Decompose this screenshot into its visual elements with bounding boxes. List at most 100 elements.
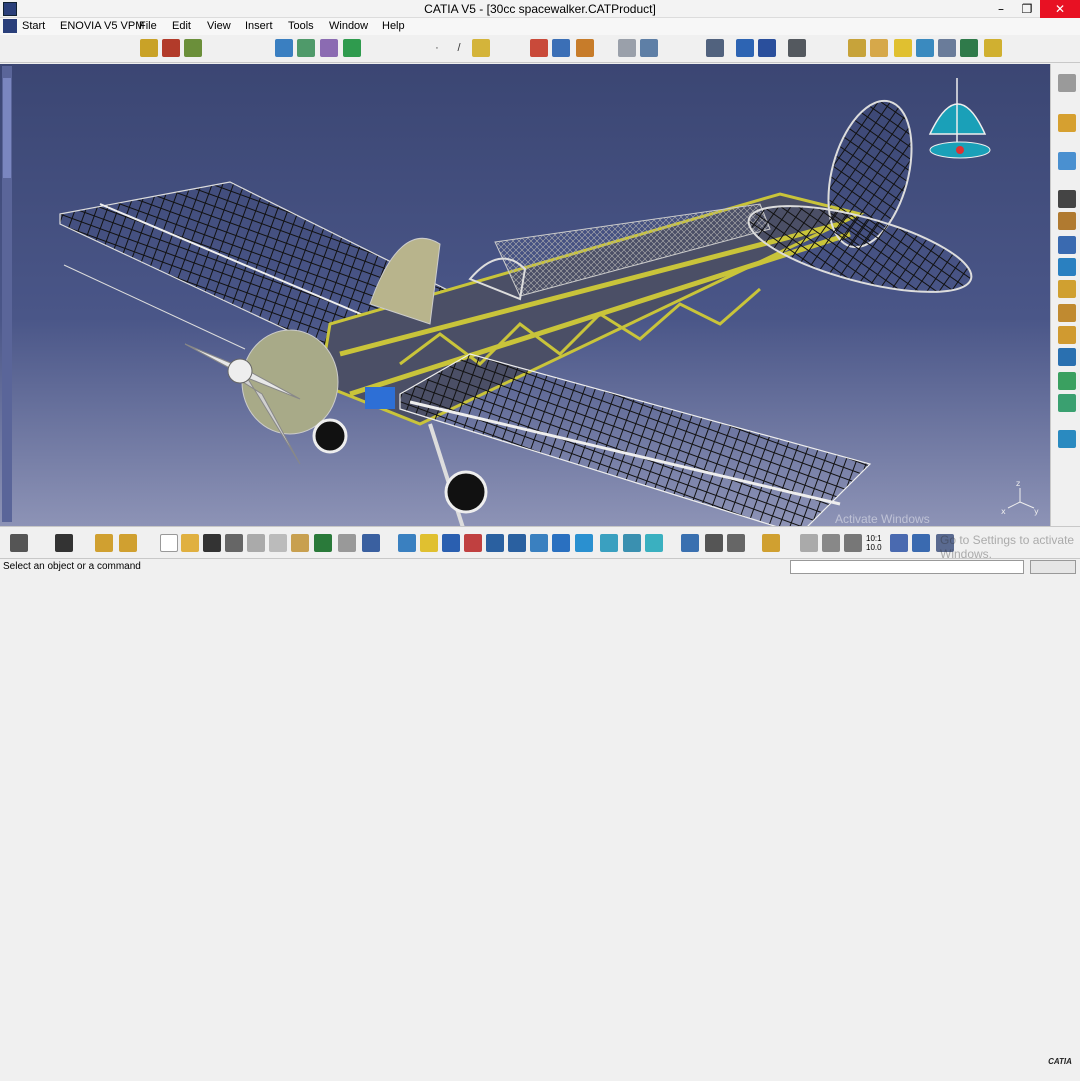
update-icon[interactable] (1058, 152, 1076, 170)
zoom-ratio-display: 10:1 10.0 (866, 534, 882, 552)
pad-icon[interactable] (297, 39, 315, 57)
save-icon[interactable] (203, 534, 221, 552)
sketch-icon[interactable] (275, 39, 293, 57)
zoom-out-icon[interactable] (508, 534, 526, 552)
draft-icon[interactable] (1058, 304, 1076, 322)
restore-icon[interactable]: ❐ (1014, 0, 1040, 18)
view-compass[interactable] (928, 78, 991, 159)
render-icon[interactable] (984, 39, 1002, 57)
box-icon[interactable] (1058, 348, 1076, 366)
right-toolbar (1050, 64, 1080, 526)
swap-space-icon[interactable] (645, 534, 663, 552)
undo-icon[interactable] (314, 534, 332, 552)
close-icon[interactable]: ✕ (1040, 0, 1080, 18)
apply-material-icon[interactable] (762, 534, 780, 552)
grid-icon[interactable] (758, 39, 776, 57)
pan-icon[interactable] (442, 534, 460, 552)
point-icon[interactable]: · (428, 39, 446, 57)
catalog-icon[interactable] (736, 39, 754, 57)
normal-view-icon[interactable] (530, 534, 548, 552)
mass-icon[interactable] (705, 534, 723, 552)
refresh-icon[interactable] (800, 534, 818, 552)
start-icon[interactable] (3, 19, 17, 33)
title-bar: CATIA V5 - [30cc spacewalker.CATProduct]… (0, 0, 1080, 18)
shading-icon[interactable] (848, 39, 866, 57)
multi-view-icon[interactable] (552, 534, 570, 552)
menu-file[interactable]: File (139, 20, 157, 32)
command-button[interactable] (1030, 560, 1076, 574)
minimize-icon[interactable]: – (988, 0, 1014, 18)
align-icon[interactable] (640, 39, 658, 57)
hidden-edges-icon[interactable] (916, 39, 934, 57)
depth-icon[interactable] (912, 534, 930, 552)
view-selector-icon[interactable] (890, 534, 908, 552)
menu-insert[interactable]: Insert (245, 20, 273, 32)
assembly-icon[interactable] (1058, 236, 1076, 254)
copy-icon[interactable] (269, 534, 287, 552)
command-input[interactable] (790, 560, 1024, 574)
open-icon[interactable] (181, 534, 199, 552)
measure-icon[interactable] (576, 39, 594, 57)
hole-icon[interactable] (1058, 280, 1076, 298)
annotate-icon[interactable] (1058, 394, 1076, 412)
print-doc-icon[interactable] (225, 534, 243, 552)
plane-icon[interactable] (472, 39, 490, 57)
layer-icon[interactable] (343, 39, 361, 57)
redo-icon[interactable] (338, 534, 356, 552)
select-arrow-icon[interactable] (1058, 114, 1076, 132)
menu-enovia[interactable]: ENOVIA V5 VPM (60, 20, 144, 32)
new-icon[interactable] (160, 534, 178, 552)
pencil-icon[interactable] (1058, 372, 1076, 390)
zoom-ratio-bottom: 10.0 (866, 543, 882, 552)
menu-edit[interactable]: Edit (172, 20, 191, 32)
help-icon[interactable] (362, 534, 380, 552)
material-icon[interactable] (938, 39, 956, 57)
shading-edges-icon[interactable] (870, 39, 888, 57)
wireframe-icon[interactable] (894, 39, 912, 57)
hand-icon[interactable] (822, 534, 840, 552)
layers-icon[interactable] (1058, 430, 1076, 448)
line-icon[interactable]: / (450, 39, 468, 57)
menu-window[interactable]: Window (329, 20, 368, 32)
fillet-icon[interactable] (320, 39, 338, 57)
shading-mode-icon[interactable] (600, 534, 618, 552)
product-icon[interactable] (140, 39, 158, 57)
menu-start[interactable]: Start (22, 20, 45, 32)
catalog-browser-icon[interactable] (1058, 212, 1076, 230)
formula-icon[interactable] (1058, 190, 1076, 208)
activate-windows-hint: Go to Settings to activate Windows. (940, 533, 1075, 561)
gear-icon[interactable] (1058, 74, 1076, 92)
copy-geometry-icon[interactable] (95, 534, 113, 552)
menu-help[interactable]: Help (382, 20, 405, 32)
pan-axis-icon[interactable] (844, 534, 862, 552)
flag-icon[interactable] (552, 39, 570, 57)
menu-view[interactable]: View (207, 20, 231, 32)
hide-show-icon[interactable] (623, 534, 641, 552)
annotation-icon[interactable] (530, 39, 548, 57)
menu-tools[interactable]: Tools (288, 20, 314, 32)
fly-icon[interactable] (398, 534, 416, 552)
paste-icon[interactable] (291, 534, 309, 552)
cylinder-icon[interactable] (1058, 258, 1076, 276)
axis-x-label: x (1001, 507, 1006, 516)
fit-all-icon[interactable] (420, 534, 438, 552)
rotate-icon[interactable] (464, 534, 482, 552)
print-icon[interactable] (10, 534, 28, 552)
compass-tool-icon[interactable] (788, 39, 806, 57)
paste-geometry-icon[interactable] (119, 534, 137, 552)
shell-icon[interactable] (1058, 326, 1076, 344)
constraint-icon[interactable] (706, 39, 724, 57)
cut-icon[interactable] (247, 534, 265, 552)
menu-bar: Start ENOVIA V5 VPM File Edit View Inser… (0, 18, 1080, 51)
iso-view-icon[interactable] (575, 534, 593, 552)
measure-between-icon[interactable] (681, 534, 699, 552)
3d-viewport[interactable]: z x y (0, 64, 1050, 526)
status-message: Select an object or a command (3, 561, 141, 572)
camera-icon[interactable] (55, 534, 73, 552)
view-mode-icon[interactable] (960, 39, 978, 57)
snap-icon[interactable] (618, 39, 636, 57)
analysis-icon[interactable] (727, 534, 745, 552)
zoom-in-icon[interactable] (486, 534, 504, 552)
component-icon[interactable] (162, 39, 180, 57)
existing-component-icon[interactable] (184, 39, 202, 57)
